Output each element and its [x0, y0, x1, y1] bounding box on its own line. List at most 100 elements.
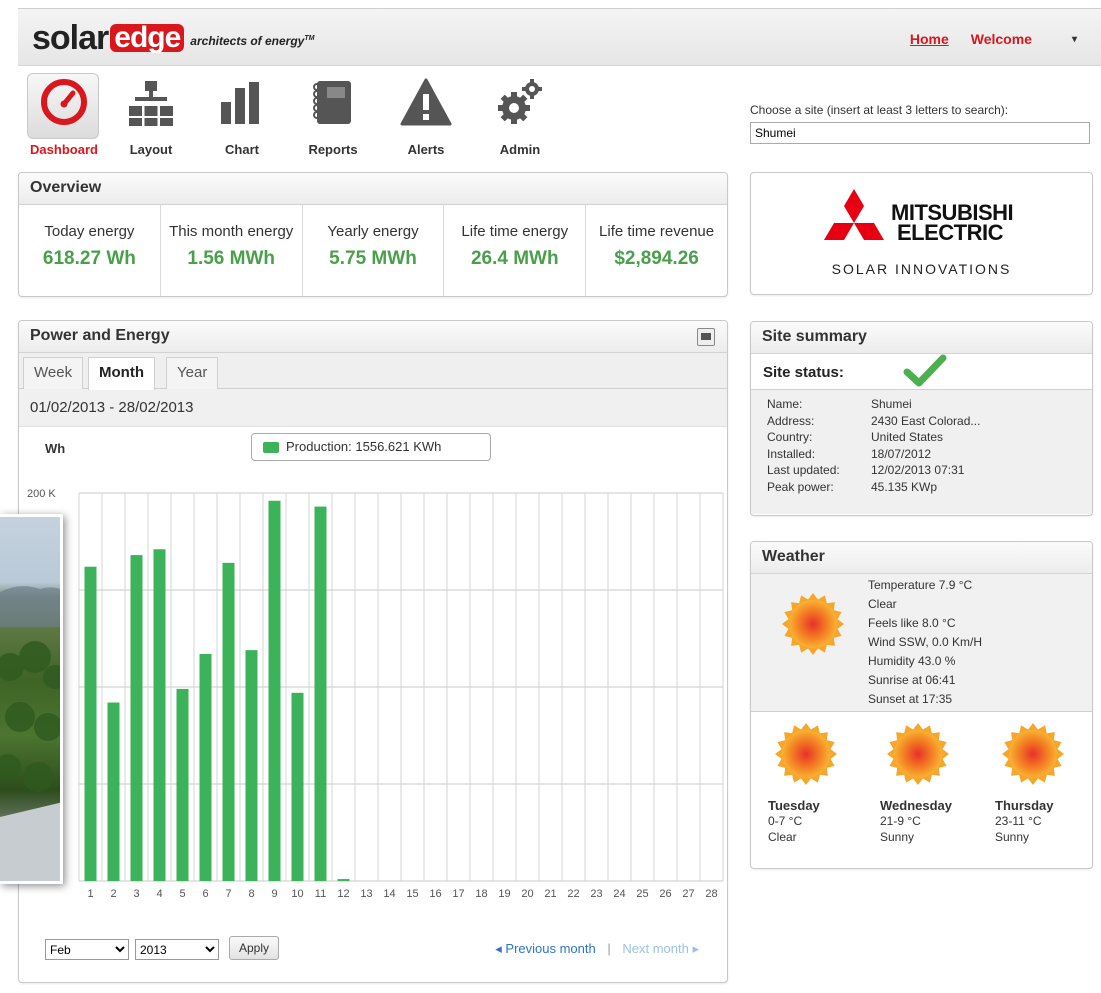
site-photo — [0, 514, 63, 884]
x-tick-label: 18 — [475, 888, 487, 899]
toolbar-alerts-label: Alerts — [407, 142, 445, 157]
x-tick-label: 12 — [337, 888, 349, 899]
toolbar-admin-label: Admin — [499, 142, 541, 157]
toolbar-dashboard-label: Dashboard — [30, 142, 98, 157]
header-nav: Home Welcome ▾ — [910, 31, 1077, 47]
toolbar-alerts[interactable]: Alerts — [386, 70, 466, 162]
site-info-row: Address: 2430 East Colorad... — [767, 413, 1092, 430]
warning-icon — [400, 78, 452, 126]
next-month-link[interactable]: Next month ▸ — [622, 941, 699, 956]
overview-cell-label: Life time revenue — [599, 223, 715, 240]
toolbar-chart[interactable]: Chart — [202, 70, 282, 162]
toolbar-chart-label: Chart — [225, 142, 259, 157]
weather-panel: Weather Temperature 7.9 °C Clear Feels l… — [750, 541, 1093, 869]
sun-disc — [1009, 730, 1057, 778]
sun-icon — [1002, 723, 1064, 785]
month-select[interactable]: Feb — [45, 939, 129, 960]
weather-line: Sunset at 17:35 — [868, 692, 953, 706]
home-link[interactable]: Home — [910, 31, 949, 47]
site-info-row: Last updated: 12/02/2013 07:31 — [767, 462, 1092, 479]
site-status-label: Site status: — [763, 364, 844, 381]
x-tick-label: 26 — [659, 888, 671, 899]
x-tick-label: 2 — [110, 888, 116, 899]
sun-disc — [782, 730, 830, 778]
production-chart: Wh Production: 1556.621 KWh 200 K1234567… — [19, 429, 727, 899]
site-photo-image — [0, 586, 60, 881]
logo-edge-text: edge — [110, 23, 185, 53]
site-info-value: 12/02/2013 07:31 — [871, 463, 965, 477]
month-navigation: ◂ Previous month | Next month ▸ — [495, 941, 699, 957]
tab-month[interactable]: Month — [88, 357, 155, 390]
site-search-input[interactable] — [750, 122, 1090, 144]
sun-disc — [789, 600, 837, 648]
nav-separator: | — [607, 941, 611, 956]
toolbar-reports[interactable]: Reports — [293, 70, 373, 162]
chart-bar — [107, 702, 120, 881]
year-select[interactable]: 2013 — [135, 939, 219, 960]
site-chooser: Choose a site (insert at least 3 letters… — [750, 103, 1090, 144]
weather-line: Temperature 7.9 °C — [868, 578, 973, 592]
sun-icon — [782, 593, 844, 655]
solaredge-logo[interactable]: solar edge architects of energyTM — [32, 19, 314, 57]
site-info-key: Address: — [767, 413, 815, 428]
x-tick-label: 27 — [682, 888, 694, 899]
forecast-day-name: Tuesday — [768, 798, 820, 813]
forecast-sun-wrap — [768, 718, 878, 794]
x-tick-label: 20 — [521, 888, 533, 899]
forecast-day: Tuesday 0-7 °C Clear — [768, 718, 878, 845]
mitsubishi-brand-panel: MITSUBISHI ELECTRIC SOLAR INNOVATIONS — [750, 172, 1093, 295]
toolbar-layout[interactable]: Layout — [111, 70, 191, 162]
chart-bar — [314, 506, 327, 881]
site-summary-panel: Site summary Site status: Name: Shumei Ad… — [750, 321, 1093, 516]
chart-bar — [84, 566, 97, 881]
x-tick-label: 19 — [498, 888, 510, 899]
current-weather: Temperature 7.9 °C Clear Feels like 8.0 … — [751, 574, 1092, 712]
power-energy-title: Power and Energy — [30, 327, 170, 344]
sun-disc — [894, 730, 942, 778]
toolbar-admin[interactable]: Admin — [480, 70, 560, 162]
site-info-value: United States — [871, 430, 944, 444]
x-tick-label: 9 — [271, 888, 277, 899]
welcome-menu[interactable]: Welcome — [971, 31, 1032, 47]
overview-month: This month energy 1.56 MWh — [161, 205, 303, 296]
site-status-row: Site status: — [751, 354, 1092, 390]
main-toolbar: Dashboard Layout Chart Reports Alerts Ad… — [24, 70, 564, 165]
y-tick-label: 200 K — [27, 488, 56, 500]
apply-button[interactable]: Apply — [229, 936, 279, 960]
brand-name: MITSUBISHI ELECTRIC — [891, 202, 1014, 244]
x-tick-label: 6 — [202, 888, 208, 899]
sun-icon — [775, 723, 837, 785]
weather-forecast: Tuesday 0-7 °C Clear Wednesday 21-9 °C S… — [751, 712, 1092, 862]
site-info-row: Name: Shumei — [767, 396, 1092, 413]
toolbar-layout-label: Layout — [129, 142, 173, 157]
tab-week[interactable]: Week — [23, 357, 84, 389]
weather-line: Sunrise at 06:41 — [868, 673, 956, 687]
brand-tagline: SOLAR INNOVATIONS — [831, 261, 1012, 277]
x-tick-label: 13 — [360, 888, 372, 899]
weather-title: Weather — [751, 542, 1092, 574]
overview-yearly: Yearly energy 5.75 MWh — [303, 205, 445, 296]
x-tick-label: 28 — [705, 888, 717, 899]
x-tick-label: 16 — [429, 888, 441, 899]
export-icon[interactable] — [697, 328, 715, 346]
overview-today: Today energy 618.27 Wh — [19, 205, 161, 296]
chart-bar — [337, 879, 350, 881]
chevron-down-icon[interactable]: ▾ — [1072, 34, 1077, 45]
chart-bar — [245, 650, 258, 881]
site-info-key: Last updated: — [767, 463, 840, 477]
x-tick-label: 10 — [291, 888, 303, 899]
logo-solar-text: solar — [32, 19, 109, 57]
site-info-row: Installed: 18/07/2012 — [767, 446, 1092, 463]
toolbar-dashboard[interactable]: Dashboard — [24, 70, 104, 162]
tab-year[interactable]: Year — [166, 357, 219, 389]
overview-cell-label: This month energy — [169, 223, 294, 240]
forecast-day: Thursday 23-11 °C Sunny — [995, 718, 1092, 845]
overview-cell-value: 1.56 MWh — [187, 248, 275, 269]
previous-month-link[interactable]: ◂ Previous month — [495, 941, 595, 956]
site-info-value: 18/07/2012 — [871, 446, 932, 461]
x-tick-label: 23 — [590, 888, 602, 899]
x-tick-label: 4 — [156, 888, 162, 899]
power-energy-panel: Power and Energy Week Month Year 01/02/2… — [18, 320, 728, 983]
site-info-value: 2430 East Colorad... — [871, 413, 981, 428]
overview-lifetime: Life time energy 26.4 MWh — [444, 205, 587, 296]
